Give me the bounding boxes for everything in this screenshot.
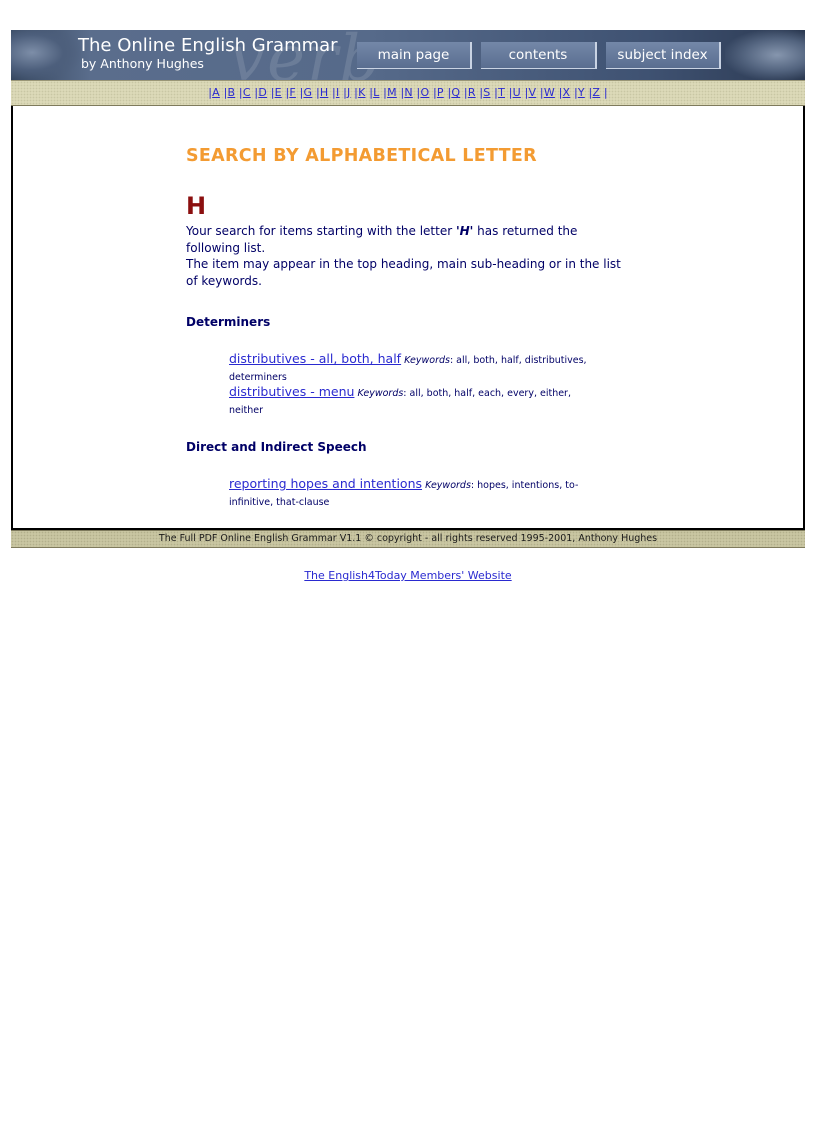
contents-button[interactable]: contents xyxy=(481,42,597,69)
letter-link-n[interactable]: N xyxy=(404,86,412,99)
intro-before: Your search for items starting with the … xyxy=(186,224,456,238)
intro-letter: 'H' xyxy=(455,224,474,238)
letter-link-k[interactable]: K xyxy=(358,86,365,99)
letter-link-y[interactable]: Y xyxy=(578,86,585,99)
list-item: distributives - menu Keywords: all, both… xyxy=(229,383,589,419)
letter-link-z[interactable]: Z xyxy=(592,86,600,99)
keywords-label: Keywords xyxy=(357,388,404,399)
banner-face-right-image xyxy=(725,30,805,80)
section-title-determiners: Determiners xyxy=(186,315,271,329)
site-title: The Online English Grammar xyxy=(78,35,338,56)
copyright-footer: The Full PDF Online English Grammar V1.1… xyxy=(11,530,805,548)
list-item: reporting hopes and intentions Keywords:… xyxy=(229,475,589,511)
letter-link-a[interactable]: A xyxy=(212,86,220,99)
main-page-button[interactable]: main page xyxy=(357,42,472,69)
letter-link-q[interactable]: Q xyxy=(451,86,460,99)
intro-text: Your search for items starting with the … xyxy=(186,223,631,289)
letter-link-g[interactable]: G xyxy=(304,86,313,99)
letter-link-t[interactable]: T xyxy=(498,86,505,99)
members-website-link[interactable]: The English4Today Members' Website xyxy=(304,569,511,582)
intro-line-1: Your search for items starting with the … xyxy=(186,223,631,256)
letter-link-r[interactable]: R xyxy=(468,86,476,99)
main-content: SEARCH BY ALPHABETICAL LETTER H Your sea… xyxy=(11,106,805,530)
page-title: SEARCH BY ALPHABETICAL LETTER xyxy=(186,146,537,166)
keywords-label: Keywords xyxy=(404,355,450,366)
section-title-direct-indirect-speech: Direct and Indirect Speech xyxy=(186,440,367,454)
search-letter: H xyxy=(186,192,207,220)
page-frame: verb The Online English Grammar by Antho… xyxy=(11,30,805,548)
letter-link-c[interactable]: C xyxy=(243,86,251,99)
letter-link-d[interactable]: D xyxy=(258,86,267,99)
letter-link-o[interactable]: O xyxy=(420,86,429,99)
banner-face-left-image xyxy=(11,30,81,80)
subject-index-button[interactable]: subject index xyxy=(606,42,721,69)
site-subtitle: by Anthony Hughes xyxy=(81,56,204,71)
letter-link-m[interactable]: M xyxy=(387,86,397,99)
letter-link-w[interactable]: W xyxy=(544,86,555,99)
letter-link-e[interactable]: E xyxy=(275,86,282,99)
letter-link-p[interactable]: P xyxy=(437,86,444,99)
intro-line-2: The item may appear in the top heading, … xyxy=(186,257,621,288)
letter-link-u[interactable]: U xyxy=(513,86,521,99)
entry-link[interactable]: reporting hopes and intentions xyxy=(229,476,422,491)
alphabet-nav: |A |B |C |D |E |F |G |H |I |J |K |L |M |… xyxy=(11,80,805,106)
keywords-label: Keywords xyxy=(425,480,471,491)
list-item: distributives - all, both, half Keywords… xyxy=(229,350,589,386)
site-banner: verb The Online English Grammar by Antho… xyxy=(11,30,805,80)
entry-link[interactable]: distributives - all, both, half xyxy=(229,351,401,366)
entry-link[interactable]: distributives - menu xyxy=(229,384,354,399)
members-website-section: The English4Today Members' Website xyxy=(0,569,816,582)
